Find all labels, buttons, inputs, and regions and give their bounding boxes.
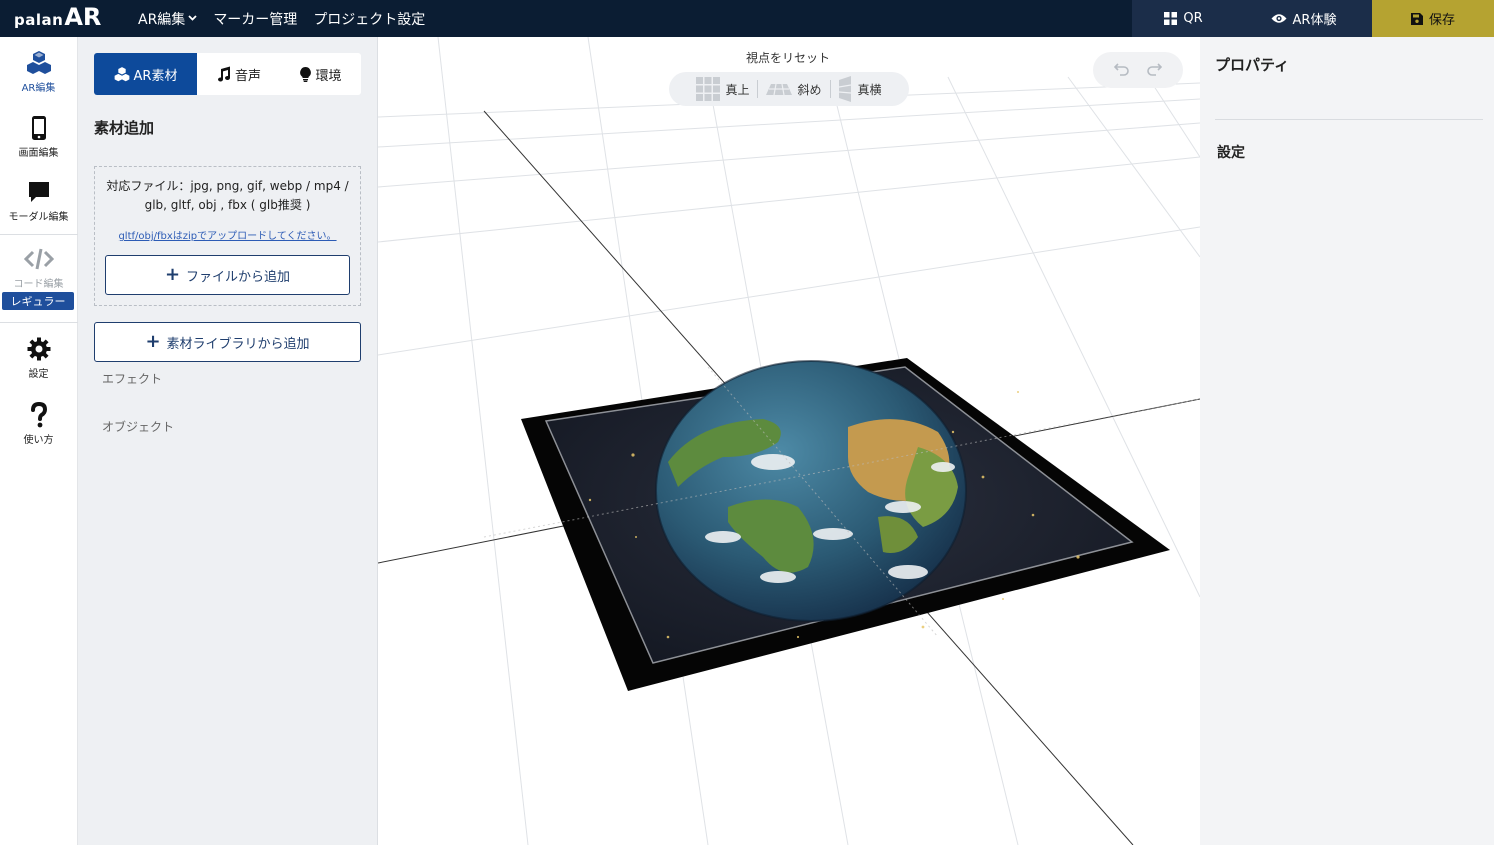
side-view-icon xyxy=(838,76,853,102)
left-sidebar: AR編集 画面編集 モーダル編集 コード編集 レギュラー 設定 使い方 xyxy=(0,37,78,845)
tab-ar-assets-label: AR素材 xyxy=(133,68,178,84)
sidebar-item-modal-edit[interactable]: モーダル編集 xyxy=(0,179,77,223)
properties-title: プロパティ xyxy=(1215,56,1290,74)
lightbulb-icon xyxy=(300,66,312,82)
object-section-label[interactable]: オブジェクト xyxy=(102,418,174,435)
view-side-label: 真横 xyxy=(857,82,882,97)
nav-project-settings[interactable]: プロジェクト設定 xyxy=(313,9,425,29)
sidebar-item-settings[interactable]: 設定 xyxy=(0,336,77,380)
viewport-scene xyxy=(378,37,1200,845)
ar-experience-button[interactable]: AR体験 xyxy=(1235,0,1372,37)
undo-redo-toolbar xyxy=(1093,52,1183,88)
regular-plan-badge: レギュラー xyxy=(2,292,74,310)
reset-view-label[interactable]: 視点をリセット xyxy=(708,49,868,66)
supported-files-line-1: 対応ファイル：jpg, png, gif, webp / mp4 / xyxy=(106,179,349,193)
view-separator xyxy=(757,80,759,98)
add-from-library-button[interactable]: + 素材ライブラリから追加 xyxy=(94,322,361,362)
view-separator xyxy=(829,80,831,98)
qr-grid-icon xyxy=(1164,12,1178,25)
top-actions: QR AR体験 保存 xyxy=(1132,0,1494,37)
supported-files-line-2: glb, gltf, obj , fbx ( glb推奨 ) xyxy=(144,198,311,212)
tab-ar-assets[interactable]: AR素材 xyxy=(94,53,197,95)
properties-divider xyxy=(1215,119,1483,120)
nav-marker-management[interactable]: マーカー管理 xyxy=(213,9,297,29)
zip-upload-note-link[interactable]: gltf/obj/fbxはzipでアップロードしてください。 xyxy=(95,227,360,242)
undo-button[interactable] xyxy=(1110,58,1134,82)
effect-section-label[interactable]: エフェクト xyxy=(102,370,162,387)
settings-heading: 設定 xyxy=(1217,145,1245,161)
cubes-icon xyxy=(26,50,52,76)
asset-panel: AR素材 音声 環境 素材追加 対応ファイル：jpg, png, gif, we… xyxy=(78,37,378,845)
asset-tabs: AR素材 音声 環境 xyxy=(94,53,361,95)
view-side-button[interactable]: 真横 xyxy=(838,76,882,102)
smartphone-icon xyxy=(31,115,47,141)
top-navigation: AR編集 マーカー管理 プロジェクト設定 xyxy=(138,0,441,37)
properties-panel: プロパティ 設定 xyxy=(1200,37,1494,845)
speech-bubble-icon xyxy=(27,179,51,205)
add-from-file-label: ファイルから追加 xyxy=(186,269,291,285)
tab-audio[interactable]: 音声 xyxy=(197,53,281,95)
sidebar-item-how-to[interactable]: 使い方 xyxy=(0,402,77,446)
add-assets-heading: 素材追加 xyxy=(94,119,155,137)
sidebar-item-code-edit[interactable]: コード編集 xyxy=(0,246,77,290)
top-view-icon xyxy=(696,77,721,101)
view-oblique-button[interactable]: 斜め xyxy=(766,81,822,98)
gear-icon xyxy=(27,336,51,362)
nav-ar-edit[interactable]: AR編集 xyxy=(138,9,197,29)
ar-experience-label: AR体験 xyxy=(1292,13,1337,28)
add-from-file-button[interactable]: + ファイルから追加 xyxy=(105,255,350,295)
qr-label: QR xyxy=(1183,11,1203,26)
supported-files-text: 対応ファイル：jpg, png, gif, webp / mp4 / glb, … xyxy=(95,177,360,215)
sidebar-item-modal-edit-label: モーダル編集 xyxy=(8,212,69,223)
cubes-icon xyxy=(114,66,130,82)
sidebar-item-code-edit-label: コード編集 xyxy=(13,279,64,290)
sidebar-item-screen-edit-label: 画面編集 xyxy=(18,148,59,159)
sidebar-item-settings-label: 設定 xyxy=(28,369,49,380)
floppy-disk-icon xyxy=(1410,12,1423,25)
oblique-view-icon xyxy=(766,82,793,96)
save-label: 保存 xyxy=(1428,13,1455,28)
chevron-down-icon xyxy=(188,13,197,24)
3d-viewport[interactable]: 視点をリセット 真上 斜め 真横 xyxy=(378,37,1200,845)
tab-environment-label: 環境 xyxy=(315,68,342,84)
save-button[interactable]: 保存 xyxy=(1372,0,1494,37)
view-top-label: 真上 xyxy=(725,82,750,97)
sidebar-item-screen-edit[interactable]: 画面編集 xyxy=(0,115,77,159)
redo-icon xyxy=(1146,61,1163,80)
plus-icon: + xyxy=(145,331,161,352)
top-bar: palan AR AR編集 マーカー管理 プロジェクト設定 QR AR体験 保存 xyxy=(0,0,1494,37)
undo-icon xyxy=(1113,61,1130,80)
sidebar-item-ar-edit-label: AR編集 xyxy=(21,83,56,94)
view-top-button[interactable]: 真上 xyxy=(696,77,749,101)
file-dropzone[interactable]: 対応ファイル：jpg, png, gif, webp / mp4 / glb, … xyxy=(94,166,361,306)
question-icon xyxy=(30,402,48,428)
sidebar-item-ar-edit[interactable]: AR編集 xyxy=(0,50,77,94)
tab-audio-label: 音声 xyxy=(234,68,261,84)
sidebar-divider xyxy=(0,234,78,235)
tab-environment[interactable]: 環境 xyxy=(281,53,361,95)
plus-icon: + xyxy=(164,264,181,285)
add-from-library-label: 素材ライブラリから追加 xyxy=(166,336,310,352)
music-note-icon xyxy=(217,66,231,82)
logo-text-big: AR xyxy=(64,3,102,31)
view-mode-toolbar: 真上 斜め 真横 xyxy=(669,72,909,106)
palan-ar-logo[interactable]: palan AR xyxy=(14,2,101,34)
view-oblique-label: 斜め xyxy=(797,82,822,97)
nav-ar-edit-label: AR編集 xyxy=(138,11,186,28)
redo-button[interactable] xyxy=(1142,58,1166,82)
logo-text-small: palan xyxy=(14,11,64,29)
code-icon xyxy=(23,246,54,272)
sidebar-divider xyxy=(0,322,78,323)
eye-icon xyxy=(1271,13,1287,24)
sidebar-item-how-to-label: 使い方 xyxy=(23,435,54,446)
qr-button[interactable]: QR xyxy=(1132,0,1235,37)
